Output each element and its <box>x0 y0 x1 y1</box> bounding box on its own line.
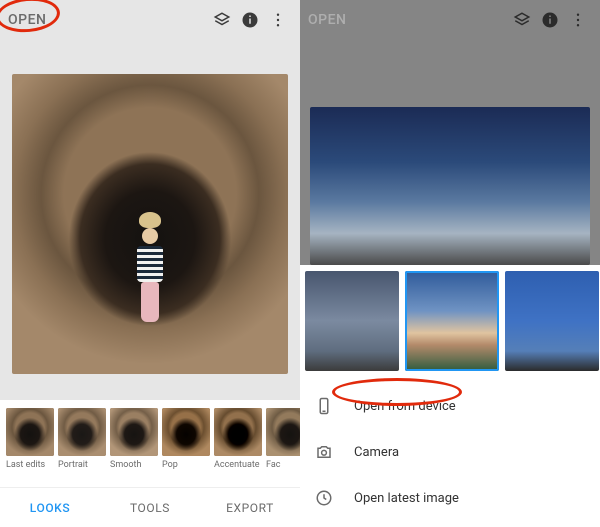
look-thumb[interactable]: Smooth <box>110 408 158 487</box>
look-thumb[interactable]: Fac <box>266 408 300 487</box>
open-from-device-row[interactable]: Open from device <box>304 383 596 429</box>
thumb-label: Smooth <box>110 460 158 470</box>
thumb-label: Pop <box>162 460 210 470</box>
thumb-label: Portrait <box>58 460 106 470</box>
open-button[interactable]: OPEN <box>8 12 46 28</box>
layers-icon[interactable] <box>508 6 536 34</box>
recent-photos-row <box>300 265 600 381</box>
action-label: Open from device <box>354 399 456 414</box>
look-thumb[interactable]: Last edits <box>6 408 54 487</box>
layers-icon[interactable] <box>208 6 236 34</box>
child-figure <box>133 216 167 316</box>
recent-photo[interactable] <box>305 271 399 371</box>
main-photo <box>12 74 288 374</box>
thumb-label: Last edits <box>6 460 54 470</box>
info-icon[interactable] <box>536 6 564 34</box>
phone-icon <box>312 394 336 418</box>
open-dialog-screen: OPEN <box>300 0 600 527</box>
look-thumb[interactable]: Portrait <box>58 408 106 487</box>
recent-photo[interactable] <box>405 271 499 371</box>
clock-icon <box>312 486 336 510</box>
look-thumb[interactable]: Accentuate <box>214 408 262 487</box>
action-label: Camera <box>354 445 399 460</box>
header-bar: OPEN <box>300 0 600 40</box>
thumb-label: Accentuate <box>214 460 262 470</box>
action-label: Open latest image <box>354 491 459 506</box>
open-button[interactable]: OPEN <box>308 12 346 28</box>
tab-export[interactable]: EXPORT <box>200 501 300 515</box>
image-canvas[interactable] <box>0 40 300 400</box>
more-icon[interactable] <box>264 6 292 34</box>
dimmed-canvas <box>300 40 600 265</box>
tab-tools[interactable]: TOOLS <box>100 501 200 515</box>
editor-screen: OPEN Last e <box>0 0 300 527</box>
background-photo <box>310 107 590 265</box>
camera-row[interactable]: Camera <box>304 429 596 475</box>
camera-icon <box>312 440 336 464</box>
open-latest-row[interactable]: Open latest image <box>304 475 596 521</box>
open-actions: Open from device Camera Open latest imag… <box>300 381 600 521</box>
open-sheet: Open from device Camera Open latest imag… <box>300 265 600 527</box>
look-thumb[interactable]: Pop <box>162 408 210 487</box>
info-icon[interactable] <box>236 6 264 34</box>
tab-looks[interactable]: LOOKS <box>0 501 100 515</box>
looks-strip: Last edits Portrait Smooth Pop Accentuat… <box>0 400 300 487</box>
header-bar: OPEN <box>0 0 300 40</box>
bottom-tabs: LOOKS TOOLS EXPORT <box>0 487 300 527</box>
more-icon[interactable] <box>564 6 592 34</box>
recent-photo[interactable] <box>505 271 599 371</box>
thumb-label: Fac <box>266 460 300 470</box>
